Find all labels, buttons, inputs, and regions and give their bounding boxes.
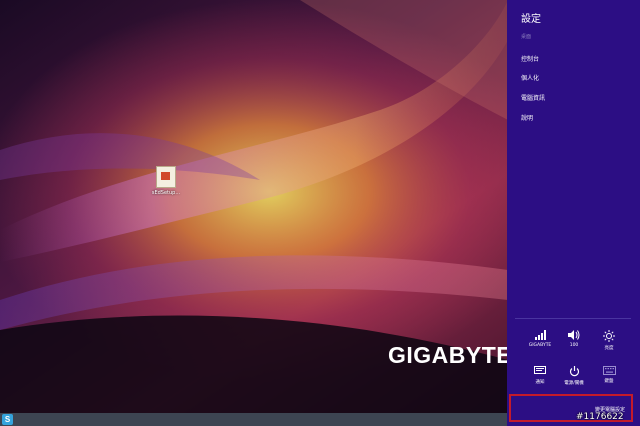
menu-item-control-panel[interactable]: 控制台 [521,54,539,63]
network-label: GIGABYTE [528,343,552,348]
keyboard-icon [602,366,616,375]
volume-label: 100 [569,343,579,348]
watermark-text: #1176622 [576,412,624,422]
keyboard-tile[interactable]: 鍵盤 [591,366,627,384]
notifications-label: 通知 [535,380,545,385]
windows-desktop-screen: sEdSetup... GIGABYTE S 設定 桌面 控制台 個人化 電腦資… [0,0,640,426]
volume-tile[interactable]: 100 [556,330,592,348]
settings-charm-panel: 設定 桌面 控制台 個人化 電腦資訊 說明 GIGABYTE 100 亮度 通知… [507,0,640,426]
speaker-volume-icon [568,330,580,340]
keyboard-label: 鍵盤 [604,379,614,384]
menu-item-personalization[interactable]: 個人化 [521,73,539,82]
brand-logo-text: GIGABYTE [388,342,513,368]
brightness-label: 亮度 [604,346,614,351]
power-tile[interactable]: 電源/關機 [556,366,592,386]
notifications-tile[interactable]: 通知 [522,366,558,385]
menu-item-help[interactable]: 說明 [521,113,533,122]
desktop-file-icon[interactable]: sEdSetup... [148,166,184,196]
setup-file-icon [156,166,176,188]
skype-icon[interactable]: S [2,414,13,425]
taskbar: S [0,413,508,426]
quick-settings-divider [515,318,631,319]
power-icon [569,366,579,377]
notifications-icon [534,366,546,374]
panel-title: 設定 [521,14,541,25]
wifi-signal-icon [534,330,546,340]
brightness-tile[interactable]: 亮度 [591,330,627,351]
brightness-sun-icon [603,330,615,342]
power-label: 電源/關機 [564,381,584,386]
menu-item-pc-info[interactable]: 電腦資訊 [521,93,545,102]
network-tile[interactable]: GIGABYTE [522,330,558,348]
desktop-icon-label: sEdSetup... [151,190,181,196]
panel-subtitle: 桌面 [521,34,532,40]
